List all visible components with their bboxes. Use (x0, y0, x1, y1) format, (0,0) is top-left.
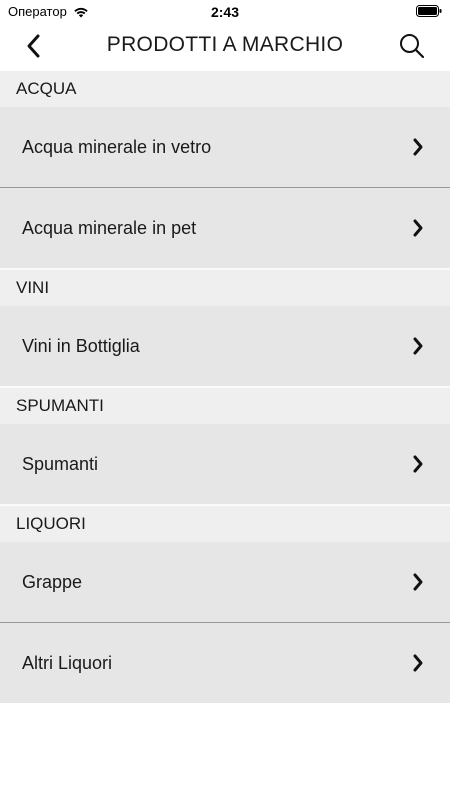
list-item-label: Spumanti (22, 454, 99, 474)
status-bar: Оператор 2:43 (0, 0, 450, 24)
list-item-label: Altri Liquori (22, 653, 113, 673)
list-item-label: Acqua minerale in pet (22, 218, 197, 238)
list-item[interactable]: Altri Liquori (0, 623, 450, 703)
chevron-right-icon (413, 455, 423, 473)
list-item-label: Grappe (22, 572, 83, 592)
chevron-right-icon (413, 654, 423, 672)
section-header-vini: VINI (0, 270, 450, 306)
list-item[interactable]: Acqua minerale in vetro (0, 107, 450, 187)
list-item-label: Acqua minerale in vetro (22, 137, 212, 157)
battery-icon (416, 5, 442, 17)
navigation-bar: PRODOTTI A MARCHIO (0, 24, 450, 70)
list-item[interactable]: Grappe (0, 542, 450, 622)
list-item[interactable]: Spumanti (0, 424, 450, 504)
chevron-right-icon (413, 219, 423, 237)
page-title: PRODOTTI A MARCHIO (106, 33, 344, 56)
list-item[interactable]: Vini in Bottiglia (0, 306, 450, 386)
section-header-acqua: ACQUA (0, 71, 450, 107)
product-category-list: ACQUA Acqua minerale in vetro Acqua mine… (0, 71, 450, 703)
status-time: 2:43 (210, 4, 240, 20)
chevron-right-icon (413, 138, 423, 156)
section-header-liquori: LIQUORI (0, 506, 450, 542)
search-icon[interactable] (398, 32, 426, 60)
chevron-right-icon (413, 573, 423, 591)
chevron-right-icon (413, 337, 423, 355)
list-item[interactable]: Acqua minerale in pet (0, 188, 450, 268)
section-header-spumanti: SPUMANTI (0, 388, 450, 424)
list-item-label: Vini in Bottiglia (22, 336, 140, 356)
